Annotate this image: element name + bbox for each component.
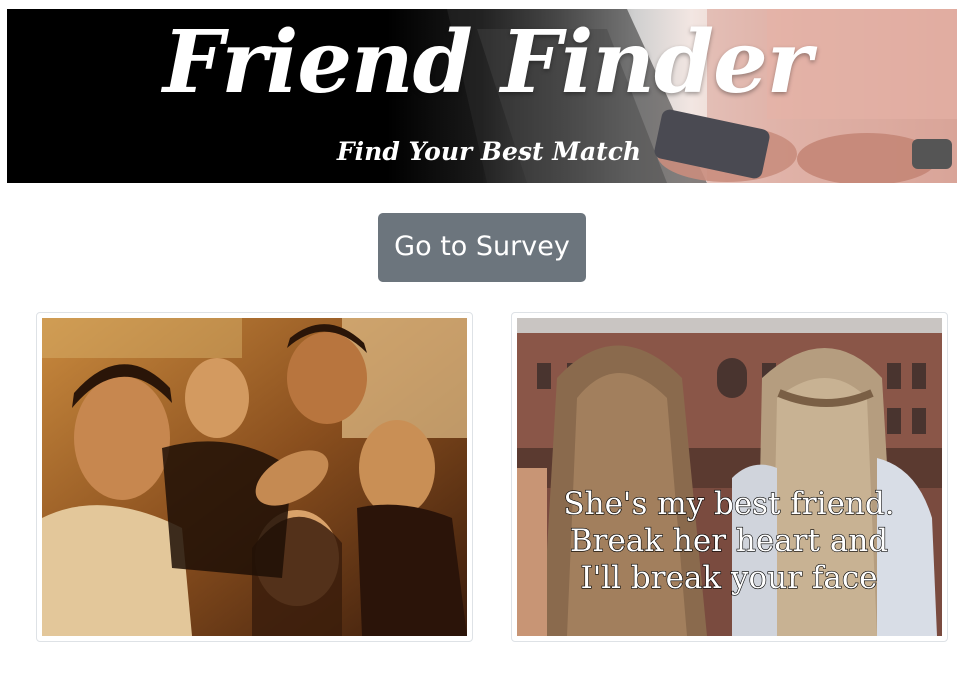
- page: Friend Finder Find Your Best Match Go to…: [0, 0, 976, 682]
- quote-line-2: Break her heart and: [570, 523, 888, 559]
- go-to-survey-button[interactable]: Go to Survey: [378, 213, 586, 282]
- page-subtitle: Find Your Best Match: [336, 137, 642, 166]
- best-friend-quote-card: She's my best friend. Break her heart an…: [511, 312, 948, 642]
- header-banner: Friend Finder Find Your Best Match: [7, 9, 957, 183]
- page-title: Friend Finder: [162, 12, 812, 113]
- best-friend-quote-image: She's my best friend. Break her heart an…: [517, 318, 942, 636]
- friends-group-selfie-image: [42, 318, 467, 636]
- quote-line-1: She's my best friend.: [563, 486, 894, 522]
- friends-group-photo-card: [36, 312, 473, 642]
- quote-line-3: I'll break your face: [580, 560, 877, 596]
